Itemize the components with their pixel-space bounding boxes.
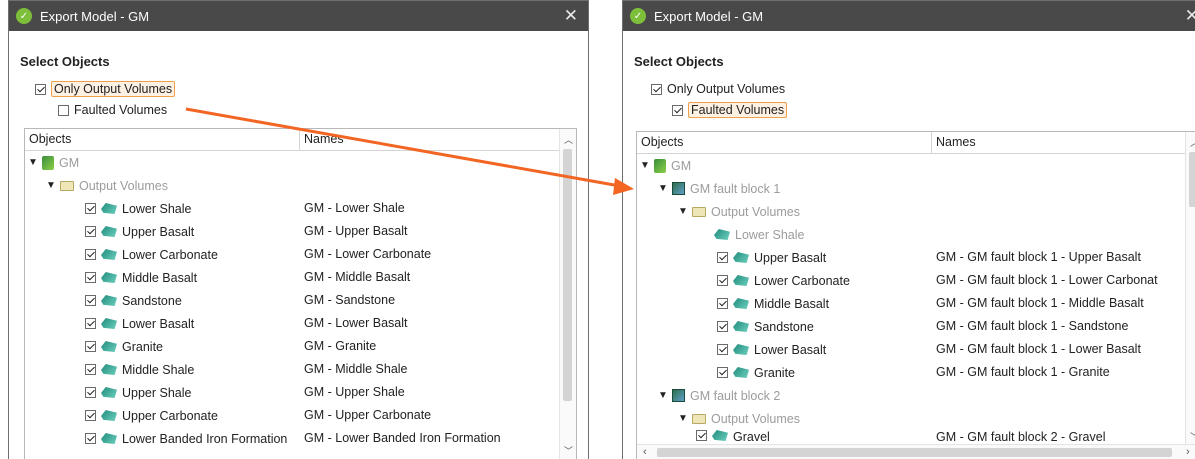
- annotation-arrow: [185, 107, 634, 195]
